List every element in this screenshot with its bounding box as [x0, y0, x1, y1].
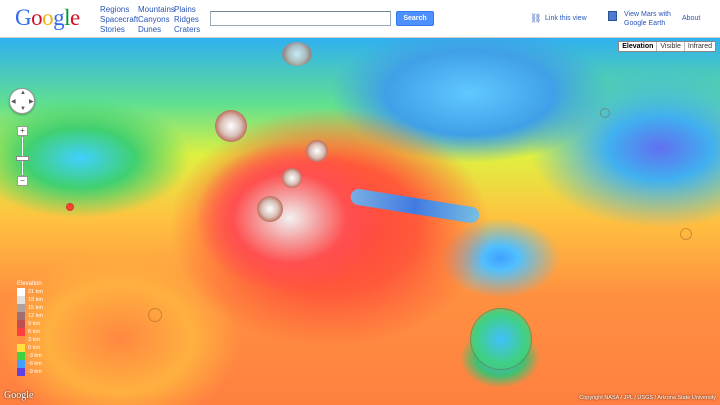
legend-label: 0 km [28, 345, 40, 351]
nav-link-regions[interactable]: Regions [100, 5, 138, 15]
legend-label: 6 km [28, 329, 40, 335]
legend-title: Elevation [17, 281, 42, 287]
google-logo[interactable]: Google [15, 5, 80, 31]
nav-link-plains[interactable]: Plains [174, 5, 200, 15]
legend-label: -3 km [28, 353, 42, 359]
legend-row: 3 km [17, 336, 57, 344]
nav-column-3: Plains Ridges Craters [174, 5, 200, 35]
elevation-legend: Elevation 21 km 18 km 15 km 12 km 9 km 6 km 3 … [17, 281, 57, 376]
pan-up-icon[interactable]: ▲ [20, 90, 26, 96]
google-watermark: Google [4, 390, 34, 401]
view-in-google-earth-link[interactable]: View Mars with Google Earth [624, 10, 671, 28]
link-icon[interactable]: ⛓ [530, 13, 541, 24]
legend-row: 12 km [17, 312, 57, 320]
nav-column-1: Regions Spacecraft Stories [100, 5, 138, 35]
legend-swatch [17, 296, 25, 304]
nav-link-mountains[interactable]: Mountains [138, 5, 175, 15]
legend-label: 3 km [28, 337, 40, 343]
nav-link-craters[interactable]: Craters [174, 25, 200, 35]
legend-label: 18 km [28, 297, 43, 303]
arsia-mons [257, 196, 283, 222]
pan-right-icon[interactable]: ▶ [29, 98, 34, 105]
legend-swatch [17, 288, 25, 296]
pavonis-mons [282, 168, 302, 188]
crater [148, 308, 162, 322]
crater [680, 228, 692, 240]
legend-row: -6 km [17, 360, 57, 368]
ascraeus-mons [306, 140, 328, 162]
legend-swatch [17, 304, 25, 312]
legend-row: 9 km [17, 320, 57, 328]
legend-label: 9 km [28, 321, 40, 327]
maptype-infrared[interactable]: Infrared [683, 42, 715, 51]
nav-link-ridges[interactable]: Ridges [174, 15, 200, 25]
valles-marineris [349, 187, 481, 225]
legend-row: 18 km [17, 296, 57, 304]
mars-map[interactable]: ▲ ▼ ◀ ▶ + − Elevation Visible Infrared E… [0, 38, 720, 405]
nav-column-2: Mountains Canyons Dunes [138, 5, 175, 35]
maptype-elevation[interactable]: Elevation [619, 42, 656, 51]
olympus-mons [215, 110, 247, 142]
nav-link-dunes[interactable]: Dunes [138, 25, 175, 35]
nav-link-canyons[interactable]: Canyons [138, 15, 175, 25]
legend-row: 21 km [17, 288, 57, 296]
legend-label: -6 km [28, 361, 42, 367]
copyright-text: Copyright NASA / JPL / USGS / Arizona St… [579, 395, 716, 401]
pan-control[interactable]: ▲ ▼ ◀ ▶ [9, 88, 35, 114]
legend-row: 0 km [17, 344, 57, 352]
crater-large [470, 308, 532, 370]
legend-swatch [17, 352, 25, 360]
link-this-view[interactable]: Link this view [545, 14, 587, 23]
legend-row: 6 km [17, 328, 57, 336]
legend-row: 15 km [17, 304, 57, 312]
zoom-slider-handle[interactable] [16, 156, 29, 161]
legend-swatch [17, 312, 25, 320]
legend-label: 21 km [28, 289, 43, 295]
legend-swatch [17, 328, 25, 336]
pan-down-icon[interactable]: ▼ [20, 106, 26, 112]
map-type-selector: Elevation Visible Infrared [618, 41, 716, 52]
view-earth-line-2: Google Earth [624, 20, 666, 27]
google-earth-icon[interactable] [608, 11, 617, 21]
legend-swatch [17, 360, 25, 368]
zoom-out-button[interactable]: − [17, 176, 28, 186]
legend-label: 12 km [28, 313, 43, 319]
pan-left-icon[interactable]: ◀ [11, 98, 16, 105]
nav-link-spacecraft[interactable]: Spacecraft [100, 15, 138, 25]
search-input[interactable] [210, 11, 391, 26]
crater [66, 203, 74, 211]
top-bar: Google Regions Spacecraft Stories Mounta… [0, 0, 720, 38]
search-button[interactable]: Search [396, 11, 434, 26]
legend-row: -3 km [17, 352, 57, 360]
legend-swatch [17, 320, 25, 328]
legend-label: -9 km [28, 369, 42, 375]
legend-swatch [17, 368, 25, 376]
alba-mons [282, 42, 312, 66]
about-link[interactable]: About [682, 14, 700, 23]
legend-row: -9 km [17, 368, 57, 376]
legend-swatch [17, 336, 25, 344]
maptype-visible[interactable]: Visible [656, 42, 684, 51]
legend-label: 15 km [28, 305, 43, 311]
crater [600, 108, 610, 118]
nav-link-stories[interactable]: Stories [100, 25, 138, 35]
legend-swatch [17, 344, 25, 352]
zoom-in-button[interactable]: + [17, 126, 28, 136]
view-earth-line-1: View Mars with [624, 11, 671, 18]
